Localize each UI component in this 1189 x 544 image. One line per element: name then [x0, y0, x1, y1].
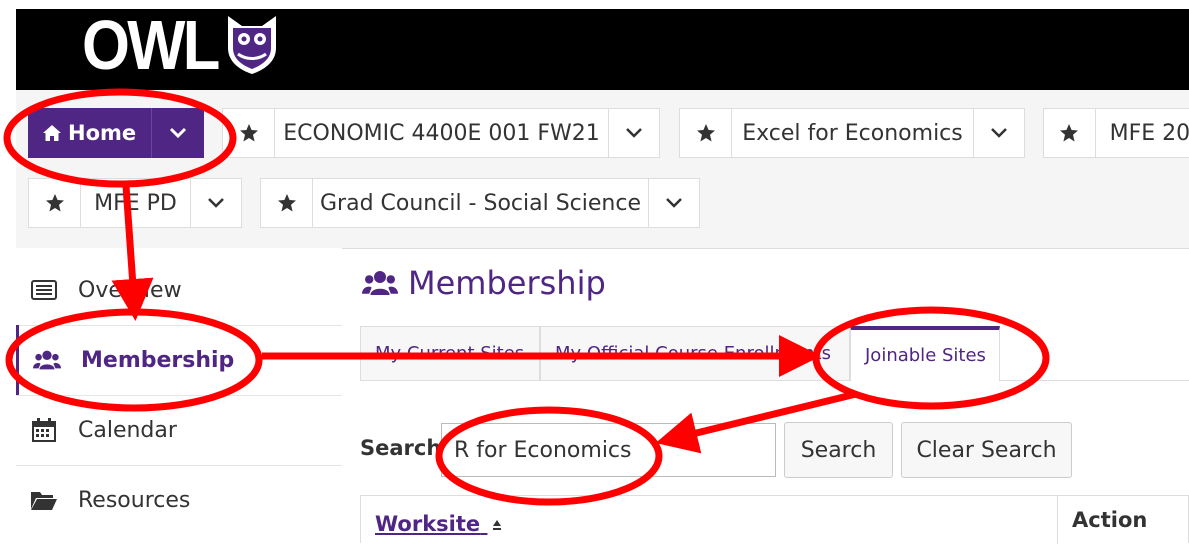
users-icon — [362, 271, 398, 295]
search-button[interactable]: Search — [784, 422, 893, 478]
calendar-icon — [30, 418, 58, 442]
page-title-text: Membership — [408, 264, 606, 302]
star-icon — [1060, 124, 1079, 142]
sidebar-item-label: Membership — [81, 347, 235, 373]
site-dropdown-button[interactable] — [649, 179, 699, 227]
site-link-economic-4400e[interactable]: ECONOMIC 4400E 001 FW21 — [275, 109, 609, 157]
sort-icon — [493, 520, 502, 530]
users-icon — [33, 349, 61, 371]
search-input[interactable] — [441, 423, 776, 477]
favorite-star-button[interactable] — [680, 109, 732, 157]
site-link-mfe-20[interactable]: MFE 20 — [1096, 109, 1189, 157]
page-title: Membership — [362, 264, 606, 302]
owl-shield-icon — [228, 16, 277, 74]
action-column-header: Action — [1057, 496, 1189, 544]
home-label: Home — [68, 121, 137, 145]
star-icon — [277, 194, 296, 212]
chevron-down-icon — [208, 198, 224, 208]
sidebar-item-resources[interactable]: Resources — [16, 465, 342, 535]
home-site-pill: Home — [28, 108, 204, 158]
site-pill-economic-4400e: ECONOMIC 4400E 001 FW21 — [222, 108, 660, 158]
sidebar-item-label: Calendar — [78, 417, 177, 443]
sidebar-item-label: Overview — [78, 277, 182, 303]
clear-search-button[interactable]: Clear Search — [901, 422, 1072, 478]
chevron-down-icon — [626, 128, 642, 138]
site-link-grad-council[interactable]: Grad Council - Social Science — [313, 179, 649, 227]
worksite-table-header: Worksite Action — [360, 495, 1189, 544]
star-icon — [696, 124, 715, 142]
favorite-star-button[interactable] — [1044, 109, 1096, 157]
sidebar-item-membership[interactable]: Membership — [16, 325, 345, 395]
sidebar-item-label: Resources — [78, 487, 191, 513]
tab-my-current-sites[interactable]: My Current Sites — [360, 326, 540, 380]
site-pill-excel-for-economics: Excel for Economics — [679, 108, 1025, 158]
favorite-star-button[interactable] — [29, 179, 81, 227]
search-label: Search — [360, 436, 442, 460]
favorite-star-button[interactable] — [223, 109, 275, 157]
site-pill-grad-council: Grad Council - Social Science — [260, 178, 700, 228]
site-pill-mfe-pd: MFE PD — [28, 178, 242, 228]
chevron-down-icon — [170, 127, 187, 139]
site-dropdown-button[interactable] — [974, 109, 1024, 157]
site-pill-mfe-20: MFE 20 — [1043, 108, 1189, 158]
sidebar-item-calendar[interactable]: Calendar — [16, 395, 342, 465]
tab-my-official-course-enrollments[interactable]: My Official Course Enrollments — [540, 326, 850, 380]
home-button[interactable]: Home — [28, 108, 151, 158]
home-dropdown-button[interactable] — [151, 108, 204, 158]
star-icon — [239, 124, 258, 142]
owl-logo[interactable]: OWL — [82, 9, 278, 81]
site-dropdown-button[interactable] — [191, 179, 241, 227]
sidebar-item-overview[interactable]: Overview — [16, 255, 342, 325]
folder-icon — [30, 489, 58, 511]
home-icon — [43, 125, 61, 141]
site-link-mfe-pd[interactable]: MFE PD — [81, 179, 191, 227]
worksite-column-header[interactable]: Worksite — [375, 512, 503, 536]
tab-joinable-sites[interactable]: Joinable Sites — [850, 326, 1000, 381]
chevron-down-icon — [991, 128, 1007, 138]
site-dropdown-button[interactable] — [609, 109, 659, 157]
overview-icon — [30, 280, 58, 300]
site-link-excel-for-economics[interactable]: Excel for Economics — [732, 109, 974, 157]
star-icon — [45, 194, 64, 212]
logo-text: OWL — [82, 6, 220, 84]
membership-tabs: My Current Sites My Official Course Enro… — [360, 326, 1189, 381]
chevron-down-icon — [666, 198, 682, 208]
